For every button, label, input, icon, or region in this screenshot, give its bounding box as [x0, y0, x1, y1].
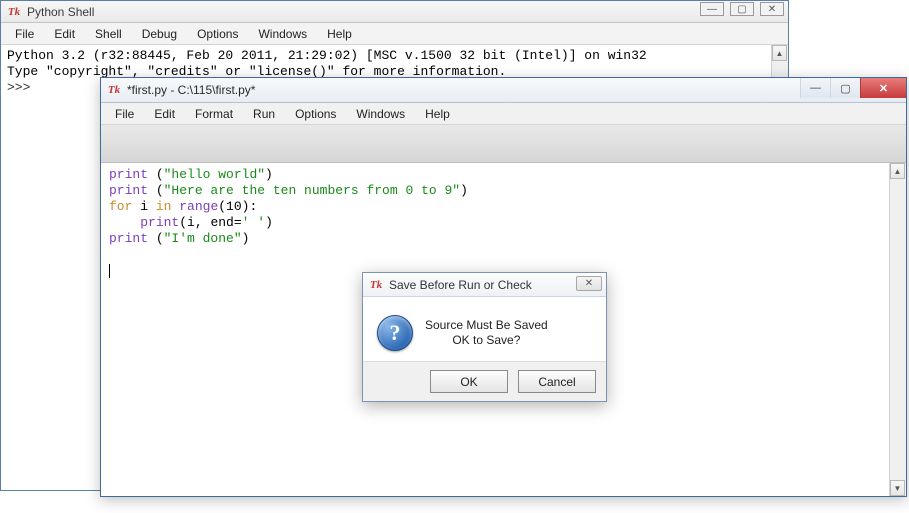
editor-title: *first.py - C:\115\first.py*: [127, 83, 255, 97]
maximize-button[interactable]: ▢: [730, 2, 754, 16]
code-token: (: [148, 231, 164, 246]
editor-scrollbar[interactable]: ▲ ▼: [889, 163, 906, 496]
scroll-up-icon[interactable]: ▲: [890, 163, 905, 179]
code-token: print: [109, 231, 148, 246]
code-token: [109, 215, 140, 230]
dialog-message: Source Must Be Saved OK to Save?: [425, 318, 548, 348]
shell-menu-windows[interactable]: Windows: [248, 24, 317, 44]
tk-icon: Tk: [7, 5, 21, 19]
dialog-title: Save Before Run or Check: [389, 278, 532, 292]
maximize-button[interactable]: ▢: [830, 78, 860, 98]
ok-button[interactable]: OK: [430, 370, 508, 393]
editor-menu-format[interactable]: Format: [185, 104, 243, 124]
scroll-track[interactable]: [890, 179, 906, 478]
dialog-body: ? Source Must Be Saved OK to Save?: [363, 297, 606, 361]
code-token: range: [179, 199, 218, 214]
editor-toolbar: [101, 125, 906, 163]
editor-menu-edit[interactable]: Edit: [144, 104, 185, 124]
shell-menubar: File Edit Shell Debug Options Windows He…: [1, 23, 788, 45]
shell-window-controls: ― ▢ ✕: [700, 2, 784, 16]
question-icon: ?: [377, 315, 413, 351]
code-token: print: [109, 167, 148, 182]
code-token: ): [460, 183, 468, 198]
dialog-button-row: OK Cancel: [363, 361, 606, 401]
editor-menu-help[interactable]: Help: [415, 104, 460, 124]
close-button[interactable]: ✕: [860, 78, 906, 98]
tk-icon: Tk: [107, 83, 121, 97]
editor-menu-options[interactable]: Options: [285, 104, 346, 124]
editor-menu-run[interactable]: Run: [243, 104, 285, 124]
dialog-message-line1: Source Must Be Saved: [425, 318, 548, 333]
shell-menu-edit[interactable]: Edit: [44, 24, 85, 44]
scroll-down-icon[interactable]: ▼: [890, 480, 905, 496]
tk-icon: Tk: [369, 278, 383, 292]
code-token: print: [109, 183, 148, 198]
shell-prompt: >>>: [7, 80, 38, 95]
shell-menu-debug[interactable]: Debug: [132, 24, 187, 44]
cancel-button[interactable]: Cancel: [518, 370, 596, 393]
editor-menu-file[interactable]: File: [105, 104, 144, 124]
minimize-button[interactable]: ―: [700, 2, 724, 16]
code-token: (i, end=: [179, 215, 241, 230]
shell-title: Python Shell: [27, 5, 94, 19]
editor-window-controls: ― ▢ ✕: [800, 78, 906, 98]
dialog-message-line2: OK to Save?: [425, 333, 548, 348]
code-token: (: [148, 183, 164, 198]
text-caret: [109, 264, 110, 278]
minimize-button[interactable]: ―: [800, 78, 830, 98]
code-token: ): [242, 231, 250, 246]
code-token: print: [140, 215, 179, 230]
editor-menubar: File Edit Format Run Options Windows Hel…: [101, 103, 906, 125]
code-token: "Here are the ten numbers from 0 to 9": [164, 183, 460, 198]
save-dialog: Tk Save Before Run or Check ✕ ? Source M…: [362, 272, 607, 402]
shell-menu-help[interactable]: Help: [317, 24, 362, 44]
scroll-up-icon[interactable]: ▲: [772, 45, 787, 61]
close-button[interactable]: ✕: [576, 276, 602, 291]
code-token: "I'm done": [164, 231, 242, 246]
code-area[interactable]: print ("hello world") print ("Here are t…: [101, 163, 906, 283]
shell-menu-shell[interactable]: Shell: [85, 24, 132, 44]
code-token: for: [109, 199, 132, 214]
code-token: ' ': [242, 215, 265, 230]
shell-menu-file[interactable]: File: [5, 24, 44, 44]
code-token: in: [156, 199, 172, 214]
editor-titlebar[interactable]: Tk *first.py - C:\115\first.py* ― ▢ ✕: [101, 78, 906, 103]
editor-menu-windows[interactable]: Windows: [346, 104, 415, 124]
code-token: "hello world": [164, 167, 265, 182]
shell-banner-1: Python 3.2 (r32:88445, Feb 20 2011, 21:2…: [7, 48, 647, 63]
shell-menu-options[interactable]: Options: [187, 24, 248, 44]
shell-titlebar[interactable]: Tk Python Shell ― ▢ ✕: [1, 1, 788, 23]
code-token: ): [265, 167, 273, 182]
code-token: i: [132, 199, 155, 214]
close-button[interactable]: ✕: [760, 2, 784, 16]
code-token: (10):: [218, 199, 257, 214]
dialog-titlebar[interactable]: Tk Save Before Run or Check ✕: [363, 273, 606, 297]
code-token: ): [265, 215, 273, 230]
code-token: (: [148, 167, 164, 182]
